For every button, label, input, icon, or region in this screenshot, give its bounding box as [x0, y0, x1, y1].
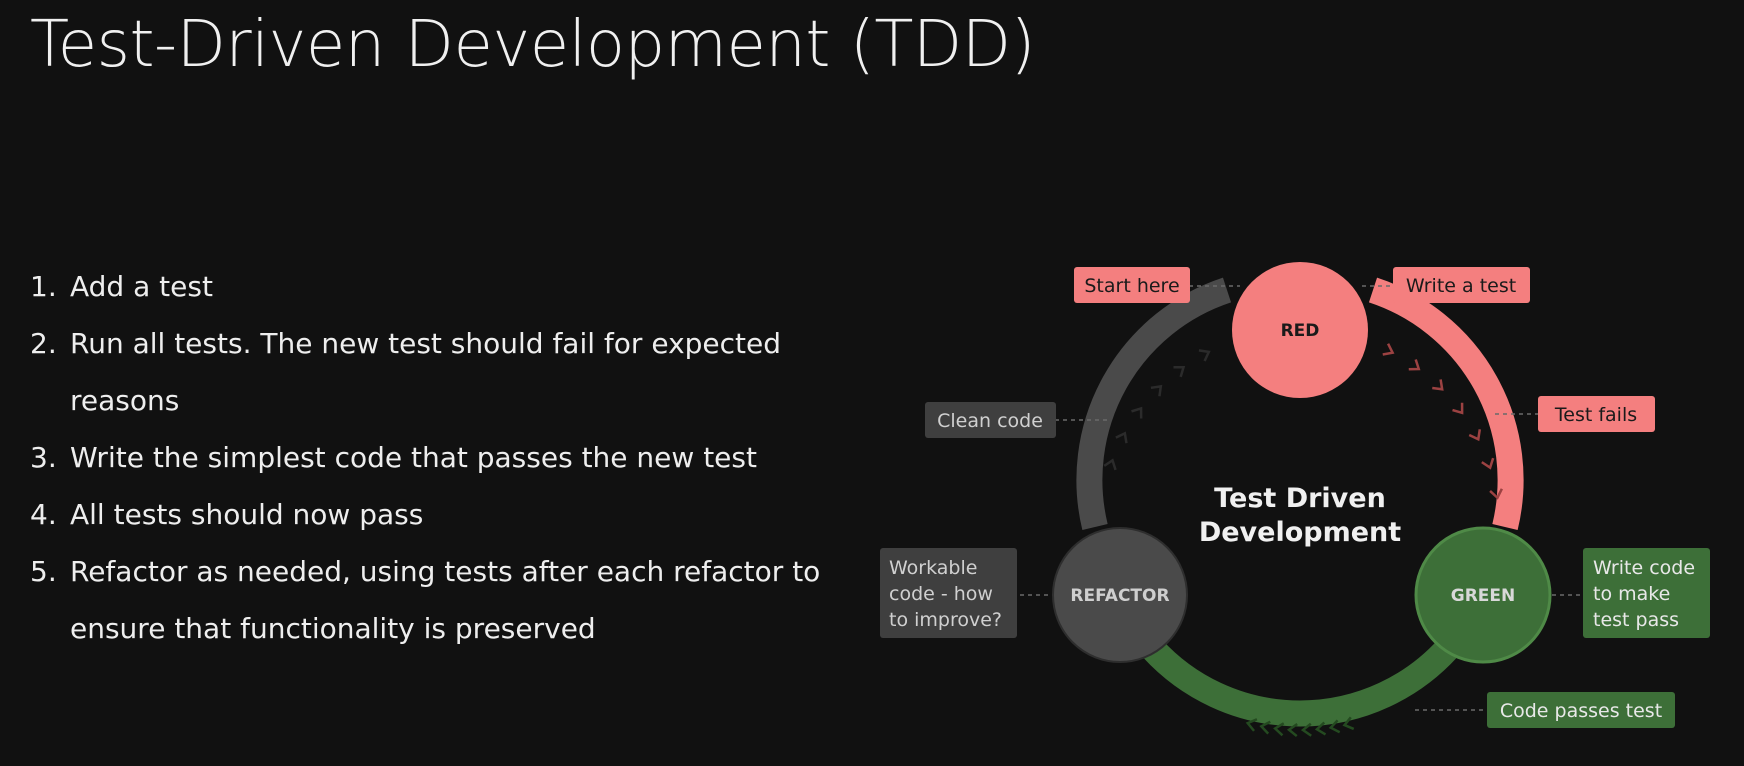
center-title-line2: Development — [1199, 517, 1401, 548]
clean-code-label: Clean code — [937, 410, 1043, 432]
refactor-to-red-arc — [1076, 277, 1232, 531]
workable-label-line1: Workable — [889, 557, 977, 579]
refactor-node-label: REFACTOR — [1070, 586, 1169, 606]
arc-chevron — [1481, 457, 1495, 470]
green-to-refactor-arc — [1142, 639, 1458, 727]
write-code-label-line2: to make — [1593, 583, 1670, 605]
write-code-label-line3: test pass — [1593, 609, 1679, 631]
test-fails-label: Test fails — [1554, 404, 1637, 426]
arc-chevron — [1198, 349, 1211, 362]
workable-label-line3: to improve? — [889, 609, 1002, 631]
center-title-line1: Test Driven — [1214, 483, 1386, 514]
green-node-label: GREEN — [1451, 586, 1516, 606]
arc-chevron — [1115, 431, 1128, 444]
arc-chevron — [1131, 406, 1143, 419]
arc-chevron — [1468, 429, 1482, 442]
arc-chevron — [1382, 343, 1395, 356]
workable-label-line2: code - how — [889, 583, 993, 605]
arc-chevron — [1432, 379, 1444, 391]
arc-chevron — [1452, 402, 1464, 415]
write-a-test-label: Write a test — [1406, 275, 1516, 297]
code-passes-label: Code passes test — [1500, 700, 1662, 722]
red-node-label: RED — [1281, 321, 1320, 341]
arc-chevron — [1103, 458, 1117, 471]
tdd-cycle-diagram: RED GREEN REFACTOR Test Driven Developme… — [880, 262, 1710, 738]
arc-chevron — [1150, 384, 1163, 397]
start-here-label: Start here — [1084, 275, 1179, 297]
write-code-label-line1: Write code — [1593, 557, 1695, 579]
arc-chevron — [1408, 359, 1421, 371]
arc-chevron — [1173, 366, 1186, 378]
